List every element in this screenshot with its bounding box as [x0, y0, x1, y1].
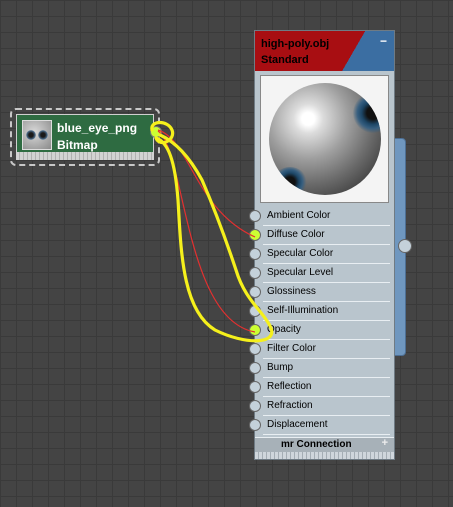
slot-socket[interactable] — [249, 267, 261, 279]
slot-label: Reflection — [267, 381, 312, 392]
mr-connection-label: mr Connection — [281, 439, 352, 450]
slot-label: Refraction — [267, 400, 313, 411]
material-preview — [260, 75, 389, 203]
preview-iris — [353, 93, 381, 133]
wire-diffuse[interactable] — [157, 129, 256, 238]
slot-label: Opacity — [267, 324, 301, 335]
slot-label: Filter Color — [267, 343, 316, 354]
material-slot[interactable]: Self-Illumination — [249, 302, 394, 321]
material-slot[interactable]: Ambient Color — [249, 207, 394, 226]
slot-socket[interactable] — [249, 210, 261, 222]
wire-opacity[interactable] — [157, 130, 256, 333]
slot-socket[interactable] — [249, 324, 261, 336]
slot-label: Displacement — [267, 419, 328, 430]
bitmap-node-type: Bitmap — [57, 138, 98, 152]
material-slot[interactable]: Glossiness — [249, 283, 394, 302]
slot-label: Diffuse Color — [267, 229, 325, 240]
slot-label: Specular Level — [267, 267, 334, 278]
material-node-header[interactable]: high-poly.obj Standard − — [255, 31, 394, 71]
slot-label: Ambient Color — [267, 210, 331, 221]
material-slot[interactable]: Diffuse Color — [249, 226, 394, 245]
slot-socket[interactable] — [249, 305, 261, 317]
material-slot[interactable]: Displacement — [249, 416, 394, 435]
material-slot[interactable]: Filter Color — [249, 340, 394, 359]
material-slot[interactable]: Refraction — [249, 397, 394, 416]
slot-socket[interactable] — [249, 248, 261, 260]
material-slot[interactable]: Bump — [249, 359, 394, 378]
material-slot[interactable]: Specular Level — [249, 264, 394, 283]
mr-connection-rollout[interactable]: mr Connection + — [255, 437, 394, 452]
slot-socket[interactable] — [249, 381, 261, 393]
slot-label: Specular Color — [267, 248, 334, 259]
slot-label: Bump — [267, 362, 294, 373]
expand-icon[interactable]: + — [382, 437, 388, 449]
slot-socket[interactable] — [249, 362, 261, 374]
material-slot[interactable]: Specular Color — [249, 245, 394, 264]
slot-socket[interactable] — [249, 343, 261, 355]
bitmap-output-socket[interactable] — [150, 126, 162, 138]
preview-iris-secondary — [273, 167, 307, 195]
slot-socket[interactable] — [249, 229, 261, 241]
material-node[interactable]: high-poly.obj Standard − Ambient Color Di… — [249, 30, 395, 460]
bitmap-node-footer — [16, 152, 154, 160]
slot-label: Self-Illumination — [267, 305, 339, 316]
slot-divider — [263, 434, 390, 435]
bitmap-thumbnail — [22, 120, 52, 150]
material-slot[interactable]: Reflection — [249, 378, 394, 397]
bitmap-node[interactable]: blue_eye_png Bitmap — [10, 108, 160, 166]
material-output-socket[interactable] — [398, 239, 412, 253]
material-node-title: high-poly.obj — [261, 38, 330, 50]
preview-sphere — [269, 83, 381, 195]
slot-socket[interactable] — [249, 286, 261, 298]
material-slot[interactable]: Opacity — [249, 321, 394, 340]
material-node-subtitle: Standard — [261, 54, 309, 66]
slot-socket[interactable] — [249, 400, 261, 412]
slot-label: Glossiness — [267, 286, 316, 297]
collapse-icon[interactable]: − — [380, 34, 387, 48]
bitmap-node-name: blue_eye_png — [57, 121, 138, 135]
slot-socket[interactable] — [249, 419, 261, 431]
material-node-footer — [255, 452, 394, 459]
